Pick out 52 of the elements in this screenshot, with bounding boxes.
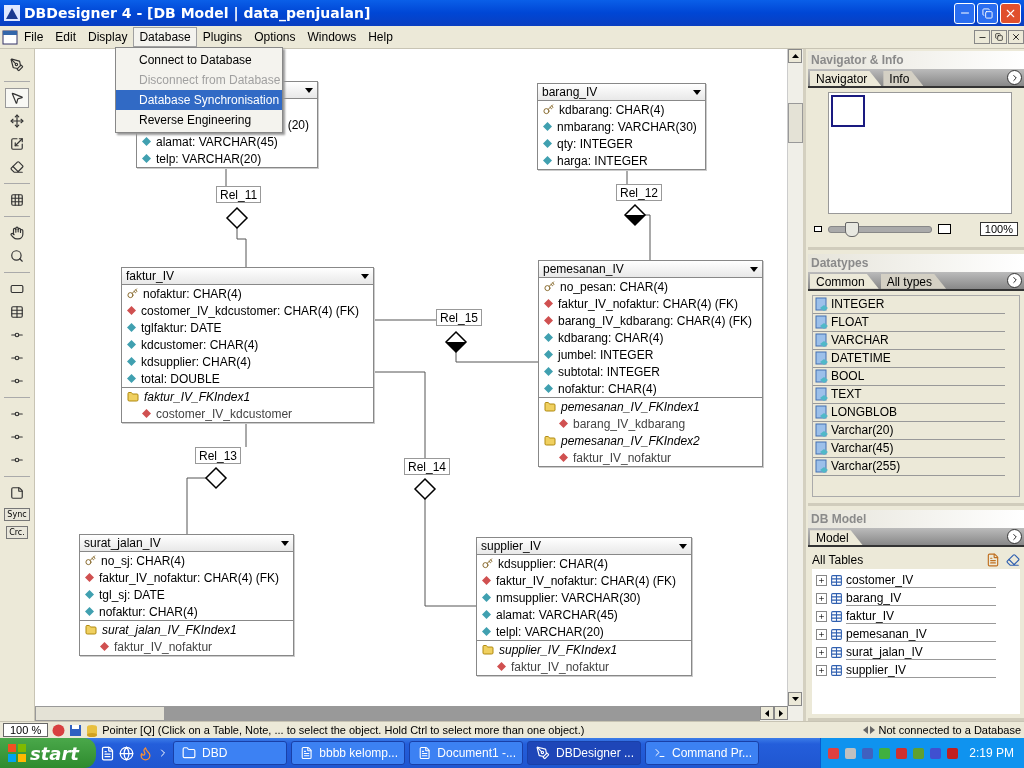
table-field: alamat: VARCHAR(45)	[156, 134, 278, 149]
table-field: faktur_IV_nofaktur	[511, 659, 610, 674]
table-field: faktur_IV_nofaktur	[114, 639, 213, 654]
table-field: pemesanan_IV_FKIndex1	[561, 399, 700, 414]
table-field: kdbarang: CHAR(4)	[558, 330, 664, 345]
panel-title: Datatypes	[808, 253, 1024, 272]
table-field: subtotal: INTEGER	[558, 364, 661, 379]
table-field: alamat: VARCHAR(45)	[496, 607, 618, 622]
table-field: barang_IV_kdbarang	[573, 416, 686, 431]
table-field: nofaktur: CHAR(4)	[99, 604, 198, 619]
panel-title: DB Model	[808, 510, 1024, 529]
panel-title: Navigator & Info	[808, 51, 1024, 69]
table-field: barang_IV_kdbarang: CHAR(4) (FK)	[558, 313, 753, 328]
table-field: costomer_IV_kdcustomer	[156, 406, 293, 421]
table-field: kdsupplier: CHAR(4)	[141, 354, 252, 369]
table-title: faktur_IV	[126, 269, 176, 283]
table-field: nmbarang: VARCHAR(30)	[557, 119, 697, 134]
table-field: supplier_IV_FKIndex1	[499, 642, 618, 657]
table-field: nofaktur: CHAR(4)	[143, 286, 242, 301]
table-field: surat_jalan_IV_FKIndex1	[102, 622, 237, 637]
table-field: faktur_IV_nofaktur: CHAR(4) (FK)	[99, 570, 280, 585]
table-field: kdcustomer: CHAR(4)	[141, 337, 259, 352]
table-field: qty: INTEGER	[557, 136, 633, 151]
table-field: telpl: VARCHAR(20)	[496, 624, 604, 639]
table-field: total: DOUBLE	[141, 371, 220, 386]
table-field: harga: INTEGER	[557, 153, 648, 168]
clock: 2:19 PM	[969, 746, 1014, 760]
table-field: nofaktur: CHAR(4)	[558, 381, 657, 396]
table-field: tgl_sj: DATE	[99, 587, 165, 602]
table-field: faktur_IV_nofaktur: CHAR(4) (FK)	[558, 296, 739, 311]
table-field: faktur_IV_nofaktur: CHAR(4) (FK)	[496, 573, 677, 588]
table-field: tglfaktur: DATE	[141, 320, 222, 335]
table-field: (20)	[287, 117, 309, 132]
table-field: jumbel: INTEGER	[558, 347, 654, 362]
tree-heading: All Tables	[812, 553, 864, 568]
table-field: costomer_IV_kdcustomer: CHAR(4) (FK)	[141, 303, 360, 318]
table-field: no_sj: CHAR(4)	[101, 553, 186, 568]
window-title: DBDesigner 4 - [DB Model | data_penjualan]	[24, 5, 372, 21]
table-field: telp: VARCHAR(20)	[156, 151, 262, 166]
table-field: no_pesan: CHAR(4)	[560, 279, 669, 294]
table-field: pemesanan_IV_FKIndex2	[561, 433, 700, 448]
table-field: nmsupplier: VARCHAR(30)	[496, 590, 641, 605]
status-message: Pointer [Q] (Click on a Table, Note, ... to select the object. Hold Ctrl to select more than one object.)	[102, 724, 585, 736]
table-field: faktur_IV_FKIndex1	[144, 389, 251, 404]
table-field: kdbarang: CHAR(4)	[559, 102, 665, 117]
table-title: barang_IV	[542, 85, 599, 99]
table-field: faktur_IV_nofaktur	[573, 450, 672, 465]
table-title: surat_jalan_IV	[84, 536, 162, 550]
table-field: kdsupplier: CHAR(4)	[498, 556, 609, 571]
table-title: supplier_IV	[481, 539, 543, 553]
table-title: pemesanan_IV	[543, 262, 625, 276]
connection-status: Not connected to a Database	[878, 724, 1021, 736]
